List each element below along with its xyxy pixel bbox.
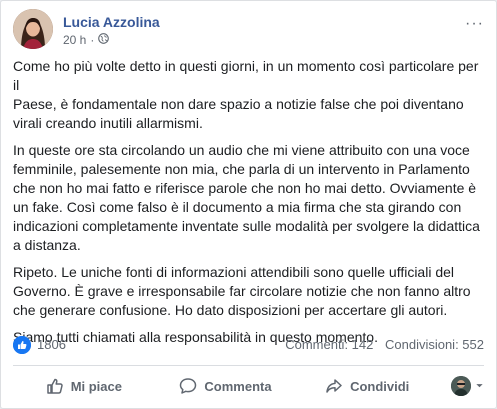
reactions-count[interactable]: 1806 — [37, 337, 66, 352]
post-paragraph: In queste ore sta circolando un audio ch… — [13, 142, 480, 253]
post-stats: 1806 Commenti: 142 Condivisioni: 552 — [13, 335, 484, 357]
like-button[interactable]: Mi piace — [13, 370, 155, 402]
globe-icon — [98, 33, 110, 47]
chevron-down-icon — [475, 377, 484, 395]
post-timestamp[interactable]: 20 h — [63, 33, 86, 47]
author-name[interactable]: Lucia Azzolina — [63, 14, 160, 30]
share-button-label: Condividi — [350, 378, 410, 394]
author-avatar[interactable] — [13, 9, 53, 49]
comments-count[interactable]: Commenti: 142 — [285, 337, 373, 352]
author-avatar-image — [13, 9, 53, 49]
post-body: Come ho più volte detto in questi giorni… — [13, 57, 485, 355]
post-meta: 20 h · — [63, 33, 110, 47]
post-paragraph: Come ho più volte detto in questi giorni… — [13, 58, 479, 131]
post-header: Lucia Azzolina 20 h · ··· — [13, 9, 484, 53]
shares-count[interactable]: Condivisioni: 552 — [385, 337, 484, 352]
actions-divider — [13, 365, 484, 366]
like-button-label: Mi piace — [70, 378, 122, 394]
post-actions: Mi piace Commenta Condividi — [13, 369, 484, 403]
like-reaction-icon[interactable] — [13, 336, 31, 354]
post-paragraph: Ripeto. Le uniche fonti di informazioni … — [13, 264, 471, 318]
comment-button[interactable]: Commenta — [155, 370, 297, 402]
comment-icon — [179, 377, 197, 395]
share-button[interactable]: Condividi — [296, 370, 438, 402]
meta-separator: · — [90, 33, 95, 47]
more-options-icon[interactable]: ··· — [465, 15, 484, 33]
share-arrow-icon — [325, 377, 343, 395]
thumbs-up-icon — [46, 377, 64, 395]
viewer-selector[interactable] — [438, 376, 484, 396]
viewer-avatar — [451, 376, 472, 396]
post-card: Lucia Azzolina 20 h · ··· Come ho più vo… — [0, 0, 497, 409]
comment-button-label: Commenta — [204, 378, 272, 394]
